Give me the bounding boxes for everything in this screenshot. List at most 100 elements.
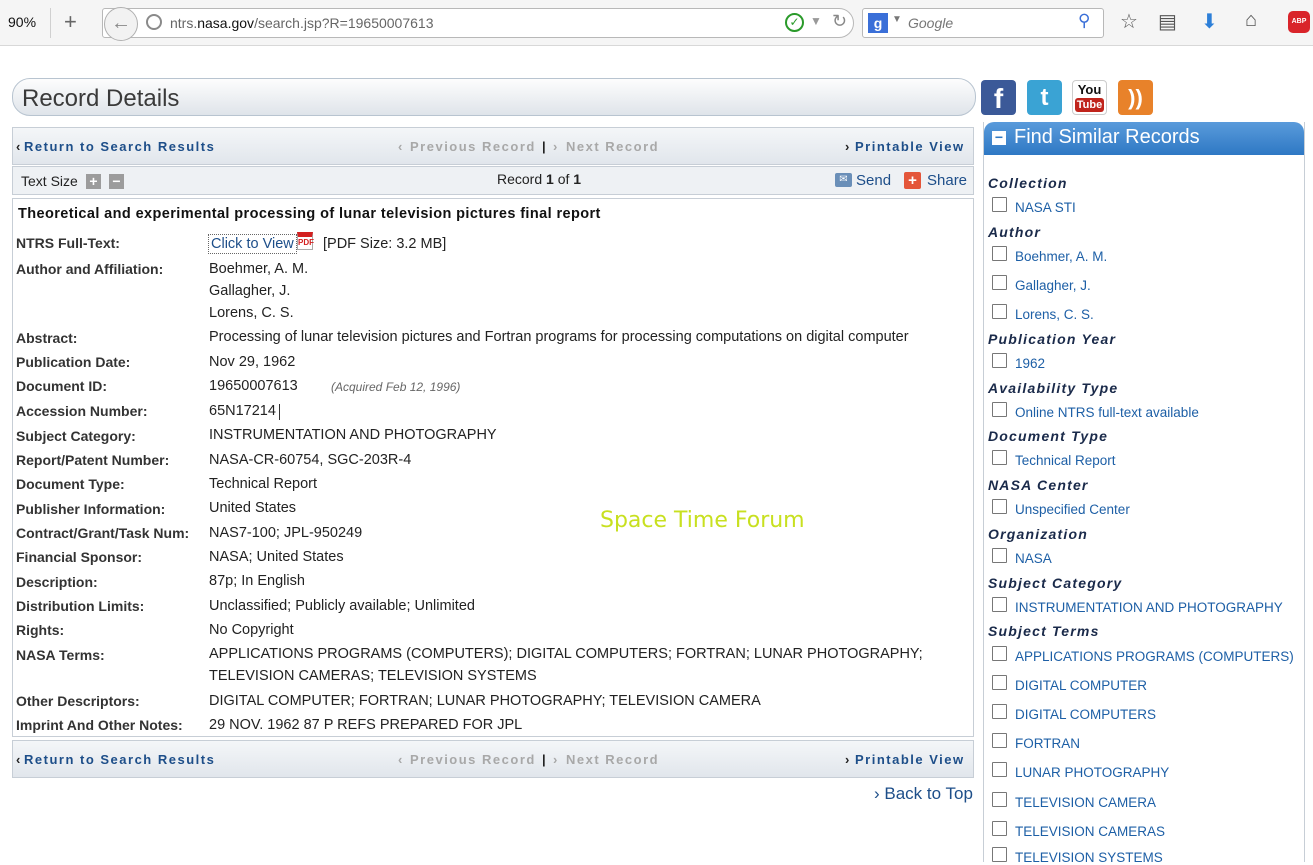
facet-heading-subject-terms: Subject Terms [988, 623, 1100, 639]
next-record-link: Next Record [566, 139, 660, 154]
home-icon[interactable]: ⌂ [1245, 9, 1257, 32]
imprint-value: 29 NOV. 1962 87 P REFS PREPARED FOR JPL [209, 717, 523, 733]
bookmark-star-icon[interactable]: ☆ [1120, 9, 1138, 34]
checkbox[interactable] [992, 675, 1007, 690]
mail-icon[interactable]: ✉ [835, 173, 852, 187]
checkbox[interactable] [992, 548, 1007, 563]
report-number-value: NASA-CR-60754, SGC-203R-4 [209, 452, 412, 468]
record-count: Record 1 of 1 [497, 171, 582, 187]
report-number-label: Report/Patent Number: [16, 452, 170, 468]
distribution-value: Unclassified; Publicly available; Unlimi… [209, 598, 475, 614]
nasa-terms-value: APPLICATIONS PROGRAMS (COMPUTERS); DIGIT… [209, 646, 923, 662]
record-details-header: Record Details [12, 78, 976, 116]
adblock-icon[interactable]: ABP [1288, 11, 1310, 33]
text-size-bar: Text Size + − Record 1 of 1 ✉ Send + Sha… [12, 166, 974, 195]
collapse-minus-icon[interactable]: − [992, 130, 1006, 145]
youtube-icon[interactable]: You Tube [1072, 80, 1107, 115]
pdf-icon[interactable]: PDF [297, 232, 314, 250]
page-title: Record Details [22, 85, 180, 112]
description-label: Description: [16, 574, 98, 590]
find-similar-title: Find Similar Records [1014, 126, 1200, 148]
abstract-value: Processing of lunar television pictures … [209, 329, 909, 345]
check-icon: ✓ [785, 13, 804, 32]
return-to-search-link[interactable]: Return to Search Results [24, 752, 215, 767]
subject-category-value: INSTRUMENTATION AND PHOTOGRAPHY [209, 427, 497, 443]
checkbox[interactable] [992, 733, 1007, 748]
url-text[interactable]: ntrs.nasa.gov/search.jsp?R=19650007613 [170, 15, 433, 31]
checkbox[interactable] [992, 762, 1007, 777]
checkbox[interactable] [992, 197, 1007, 212]
abstract-label: Abstract: [16, 330, 78, 346]
pdf-size: [PDF Size: 3.2 MB] [323, 236, 447, 252]
rights-value: No Copyright [209, 622, 294, 638]
checkbox[interactable] [992, 821, 1007, 836]
back-arrow-icon[interactable]: ← [104, 7, 138, 41]
imprint-label: Imprint And Other Notes: [16, 717, 183, 733]
dropdown-caret-icon[interactable]: ▼ [810, 14, 822, 28]
text-size-decrease-button[interactable]: − [109, 174, 124, 189]
checkbox[interactable] [992, 304, 1007, 319]
checkbox[interactable] [992, 499, 1007, 514]
facet-heading-availability: Availability Type [988, 380, 1119, 396]
back-to-top-link[interactable]: › Back to Top [874, 784, 973, 804]
new-tab-plus-icon[interactable]: + [64, 9, 77, 35]
checkbox[interactable] [992, 646, 1007, 661]
nasa-terms-label: NASA Terms: [16, 647, 105, 663]
author-value: Lorens, C. S. [209, 305, 294, 321]
search-engine-caret-icon[interactable]: ▼ [892, 14, 902, 25]
return-to-search-link[interactable]: Return to Search Results [24, 139, 215, 154]
previous-record-link: Previous Record [410, 752, 536, 767]
rights-label: Rights: [16, 622, 65, 638]
share-link[interactable]: Share [927, 172, 967, 189]
record-nav-bottom: ‹ Return to Search Results ‹ Previous Re… [12, 740, 974, 778]
record-nav-top: ‹ Return to Search Results ‹ Previous Re… [12, 127, 974, 165]
checkbox[interactable] [992, 847, 1007, 862]
printable-view-link[interactable]: Printable View [855, 752, 965, 767]
rss-icon[interactable]: )) [1118, 80, 1153, 115]
full-text-label: NTRS Full-Text: [16, 235, 120, 251]
checkbox[interactable] [992, 402, 1007, 417]
acquired-date: (Acquired Feb 12, 1996) [331, 380, 461, 394]
author-value: Gallagher, J. [209, 283, 291, 299]
find-similar-header[interactable]: − Find Similar Records [984, 122, 1304, 155]
download-arrow-icon[interactable]: ⬇ [1201, 9, 1218, 34]
author-label: Author and Affiliation: [16, 261, 164, 277]
text-cursor [279, 404, 280, 420]
search-icon[interactable]: ⚲ [1078, 11, 1090, 31]
share-plus-icon[interactable]: + [904, 172, 921, 189]
toolbar-divider [50, 8, 51, 38]
click-to-view-link[interactable]: Click to View [208, 234, 297, 254]
checkbox[interactable] [992, 704, 1007, 719]
document-id-label: Document ID: [16, 378, 107, 394]
twitter-icon[interactable]: t [1027, 80, 1062, 115]
checkbox[interactable] [992, 792, 1007, 807]
next-record-link: Next Record [566, 752, 660, 767]
checkbox[interactable] [992, 246, 1007, 261]
checkbox[interactable] [992, 275, 1007, 290]
text-size-label: Text Size [21, 173, 78, 189]
facebook-icon[interactable]: f [981, 80, 1016, 115]
printable-view-link[interactable]: Printable View [855, 139, 965, 154]
checkbox[interactable] [992, 353, 1007, 368]
google-icon[interactable]: g [868, 13, 888, 33]
facet-heading-year: Publication Year [988, 331, 1117, 347]
bookmarks-list-icon[interactable]: ▤ [1158, 9, 1177, 34]
checkbox[interactable] [992, 450, 1007, 465]
search-placeholder[interactable]: Google [908, 15, 953, 31]
text-size-increase-button[interactable]: + [86, 174, 101, 189]
browser-toolbar: 90% + ← ntrs.nasa.gov/search.jsp?R=19650… [0, 0, 1313, 46]
zoom-indicator[interactable]: 90% [8, 14, 36, 30]
accession-number-label: Accession Number: [16, 403, 148, 419]
facet-heading-collection: Collection [988, 175, 1068, 191]
facet-heading-document-type: Document Type [988, 428, 1109, 444]
url-domain: nasa.gov [197, 15, 255, 31]
record-title: Theoretical and experimental processing … [18, 206, 601, 222]
description-value: 87p; In English [209, 573, 305, 589]
previous-record-link: Previous Record [410, 139, 536, 154]
checkbox[interactable] [992, 597, 1007, 612]
accession-number-value: 65N17214 [209, 403, 276, 419]
reload-icon[interactable]: ↻ [832, 11, 847, 32]
send-link[interactable]: Send [856, 172, 891, 189]
publisher-label: Publisher Information: [16, 501, 166, 517]
watermark-text: Space Time Forum [600, 508, 805, 533]
